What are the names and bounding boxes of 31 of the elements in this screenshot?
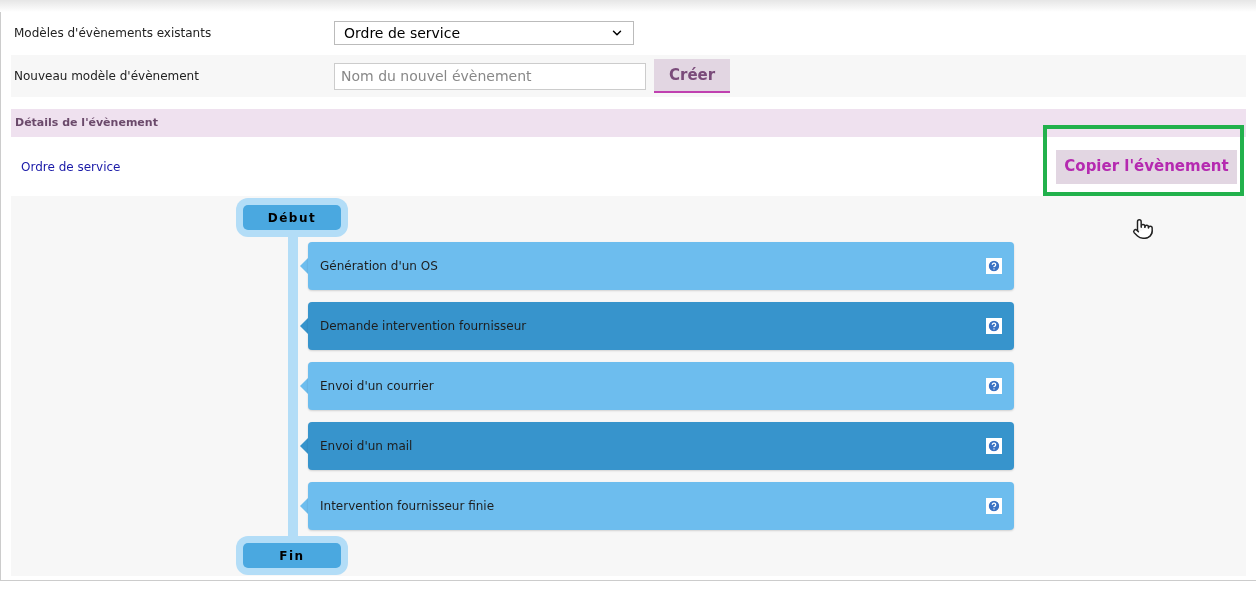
pointer-icon xyxy=(300,438,308,454)
step-card[interactable]: Envoi d'un mail xyxy=(308,422,1014,470)
model-select[interactable]: Ordre de service xyxy=(334,21,634,45)
pointer-icon xyxy=(300,318,308,334)
help-icon[interactable] xyxy=(986,438,1002,454)
help-icon[interactable] xyxy=(986,378,1002,394)
create-button[interactable]: Créer xyxy=(654,59,731,93)
copy-event-button[interactable]: Copier l'évènement xyxy=(1056,149,1237,184)
field-label: Modèles d'évènements existants xyxy=(13,25,213,42)
help-icon[interactable] xyxy=(986,318,1002,334)
step-label: Demande intervention fournisseur xyxy=(320,318,527,335)
pointer-icon xyxy=(300,498,308,514)
hand-cursor-icon xyxy=(1132,218,1154,240)
step-card[interactable]: Envoi d'un courrier xyxy=(308,362,1014,410)
end-node: Fin xyxy=(236,536,348,575)
pointer-icon xyxy=(300,378,308,394)
help-icon[interactable] xyxy=(986,258,1002,274)
event-name-field[interactable]: Nom du nouvel évènement xyxy=(334,62,646,90)
step-card[interactable]: Génération d'un OS xyxy=(308,242,1014,290)
step-label: Intervention fournisseur finie xyxy=(320,498,494,515)
pointer-icon xyxy=(300,258,308,274)
step-label: Génération d'un OS xyxy=(320,258,438,275)
step-card[interactable]: Intervention fournisseur finie xyxy=(308,482,1014,530)
field-label: Nouveau modèle d'évènement xyxy=(13,68,200,85)
step-card[interactable]: Demande intervention fournisseur xyxy=(308,302,1014,350)
step-label: Envoi d'un mail xyxy=(320,438,413,455)
event-link[interactable]: Ordre de service xyxy=(11,157,121,176)
step-label: Envoi d'un courrier xyxy=(320,378,434,395)
section-title: Détails de l'évènement xyxy=(15,114,158,131)
help-icon[interactable] xyxy=(986,498,1002,514)
start-node: Début xyxy=(236,198,348,237)
